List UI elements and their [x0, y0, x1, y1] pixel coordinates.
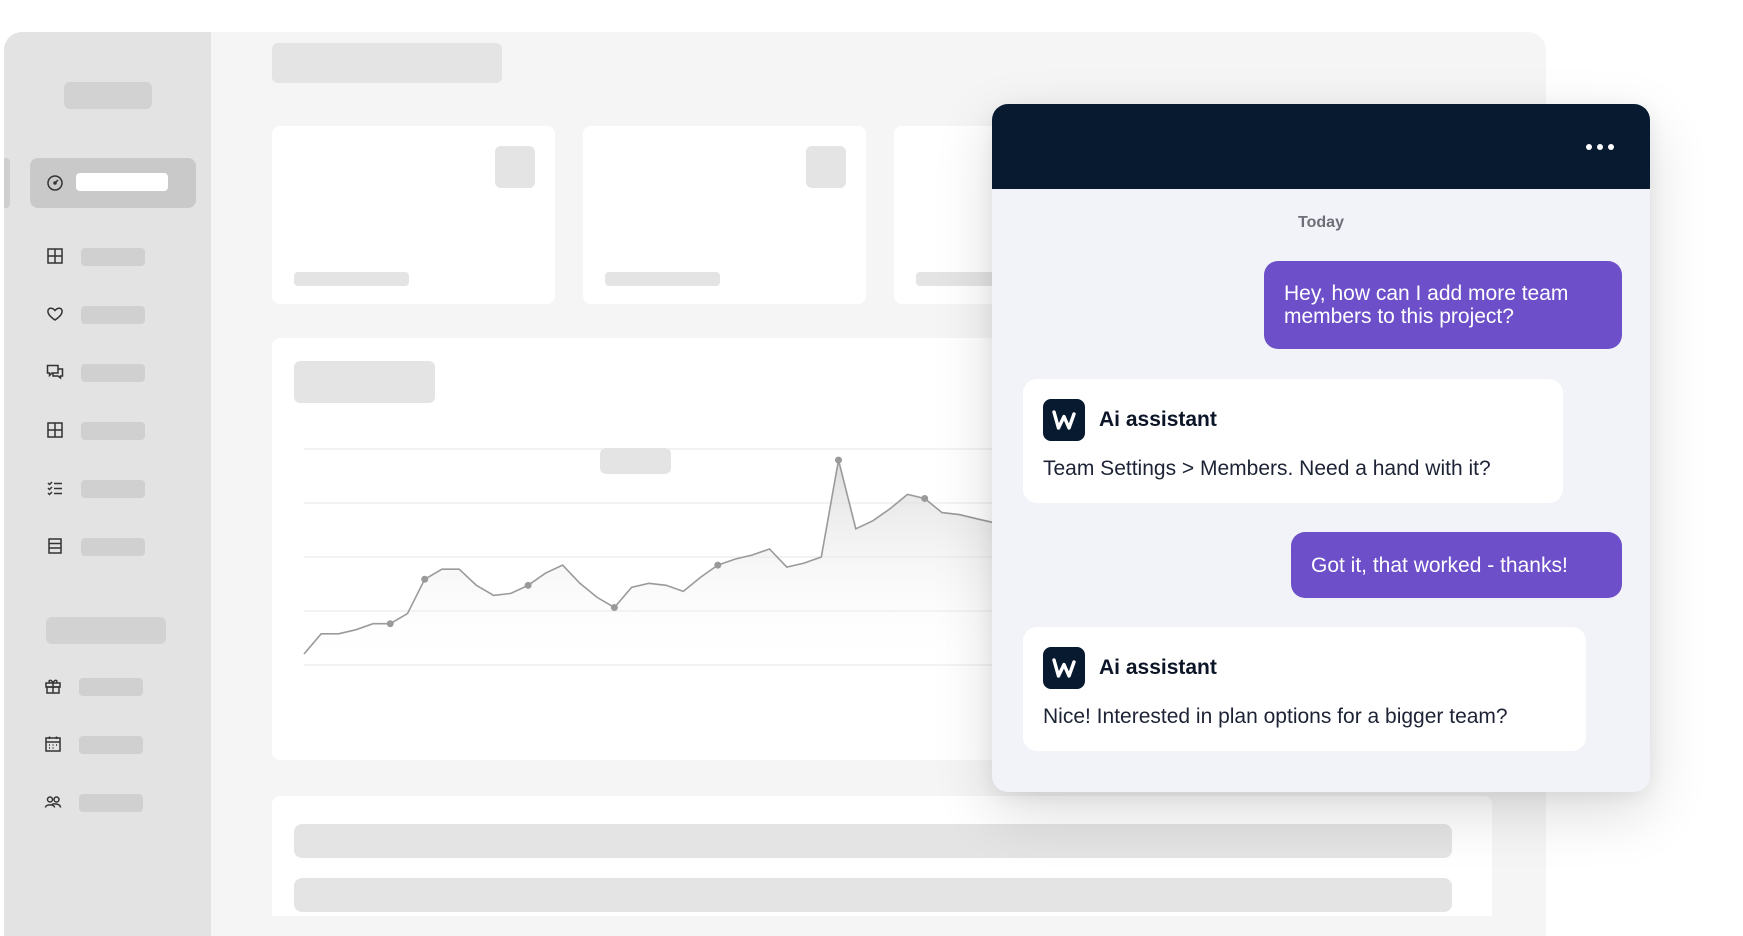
stat-card	[272, 126, 555, 304]
gauge-icon	[44, 172, 66, 194]
chart-point[interactable]	[610, 604, 618, 612]
gift-icon[interactable]	[42, 675, 64, 697]
assistant-message: Ai assistant Nice! Interested in plan op…	[1023, 627, 1586, 751]
assistant-message-text: Team Settings > Members. Need a hand wit…	[1043, 457, 1491, 480]
stat-card-icon-placeholder	[806, 146, 846, 188]
user-message: Got it, that worked - thanks!	[1291, 532, 1622, 598]
user-message-text: Got it, that worked - thanks!	[1311, 553, 1568, 577]
sidebar-item-label[interactable]	[81, 364, 145, 382]
chart-point[interactable]	[714, 561, 722, 569]
stat-card-icon-placeholder	[495, 146, 535, 188]
assistant-name: Ai assistant	[1099, 656, 1217, 679]
day-separator: Today	[1298, 214, 1344, 231]
users-icon[interactable]	[42, 791, 64, 813]
table-panel	[272, 796, 1492, 916]
checklist-icon[interactable]	[44, 477, 66, 499]
sidebar-section-heading-placeholder	[46, 617, 166, 644]
table-row-placeholder	[294, 824, 1452, 858]
user-message: Hey, how can I add more team members to …	[1264, 261, 1622, 349]
sidebar-item-label[interactable]	[81, 538, 145, 556]
table-icon[interactable]	[44, 419, 66, 441]
sidebar-logo-placeholder	[64, 82, 152, 109]
sidebar-item-label[interactable]	[81, 248, 145, 266]
user-message-text: Hey, how can I add more team members to …	[1284, 282, 1569, 328]
grid-icon[interactable]	[44, 245, 66, 267]
stat-card-label-placeholder	[294, 272, 409, 286]
chat-widget: Today Hey, how can I add more team membe…	[992, 104, 1650, 792]
more-options-button[interactable]	[1580, 132, 1620, 162]
chart-point[interactable]	[386, 620, 394, 628]
w-logo-icon	[1043, 399, 1085, 441]
table-row-placeholder	[294, 878, 1452, 912]
page-title-placeholder	[272, 43, 502, 83]
stat-card-label-placeholder	[605, 272, 720, 286]
sidebar-item-label[interactable]	[81, 480, 145, 498]
sidebar-item-dashboard[interactable]	[30, 158, 196, 208]
assistant-name: Ai assistant	[1099, 408, 1217, 431]
chart-point[interactable]	[835, 456, 843, 464]
sidebar-item-label[interactable]	[81, 306, 145, 324]
stat-card	[583, 126, 866, 304]
chat-bubbles-icon[interactable]	[44, 361, 66, 383]
sidebar	[4, 32, 211, 936]
assistant-message: Ai assistant Team Settings > Members. Ne…	[1023, 379, 1563, 503]
more-horizontal-icon-dot	[1597, 144, 1603, 150]
sidebar-active-indicator	[4, 158, 10, 208]
sidebar-item-label[interactable]	[81, 422, 145, 440]
heart-icon[interactable]	[44, 303, 66, 325]
w-logo-icon	[1043, 647, 1085, 689]
chat-header	[992, 104, 1650, 189]
more-horizontal-icon-dot	[1608, 144, 1614, 150]
sidebar-item-label	[76, 173, 168, 191]
chart-point[interactable]	[921, 494, 929, 502]
calendar-icon[interactable]	[42, 733, 64, 755]
sidebar-item-label[interactable]	[79, 678, 143, 696]
sidebar-item-label[interactable]	[79, 794, 143, 812]
chart-point[interactable]	[524, 581, 532, 589]
chart-point[interactable]	[421, 575, 429, 583]
assistant-message-text: Nice! Interested in plan options for a b…	[1043, 705, 1508, 728]
list-icon[interactable]	[44, 535, 66, 557]
sidebar-item-label[interactable]	[79, 736, 143, 754]
more-horizontal-icon	[1586, 144, 1592, 150]
